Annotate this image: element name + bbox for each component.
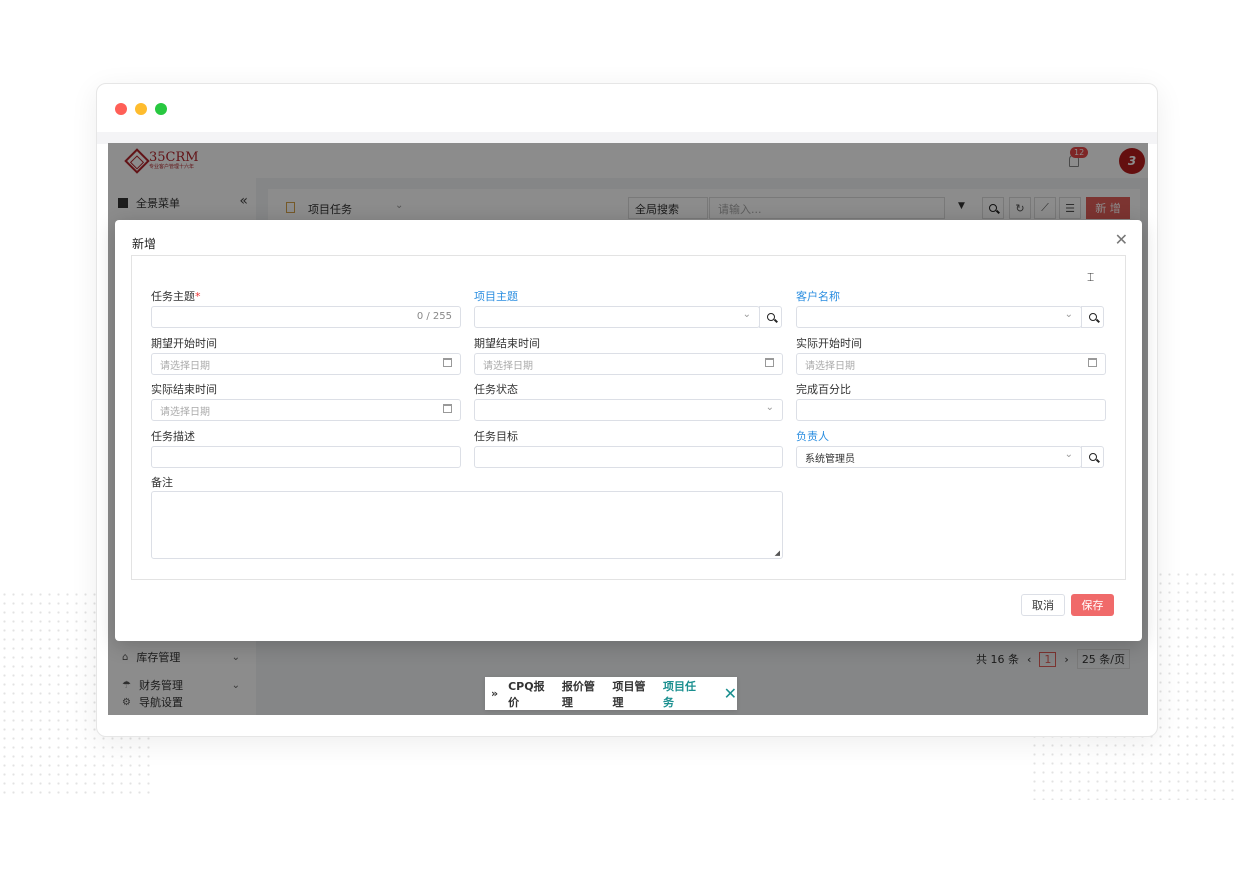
expected-end-label: 期望结束时间 [474,337,540,350]
expected-start-date[interactable]: 请选择日期 [151,353,461,375]
search-icon [1088,313,1097,321]
text-cursor-icon[interactable]: ⌶ [1087,270,1094,285]
char-counter: 0 / 255 [416,311,452,322]
owner-label[interactable]: 负责人 [796,428,829,444]
task-goal-input[interactable] [474,446,783,468]
actual-start-date[interactable]: 请选择日期 [796,353,1106,375]
close-icon[interactable]: ✕ [1115,230,1128,249]
customer-name-select[interactable]: ⌄ [796,306,1082,328]
project-subject-label[interactable]: 项目主题 [474,288,518,304]
dialog-title: 新增 [132,237,157,251]
tab-project-management[interactable]: 项目管理 [612,678,653,710]
window-close-dot[interactable] [115,103,127,115]
customer-name-search-button[interactable] [1081,306,1104,328]
calendar-icon [1088,358,1097,367]
actual-end-date[interactable]: 请选择日期 [151,399,461,421]
customer-name-label[interactable]: 客户名称 [796,288,840,304]
calendar-icon [765,358,774,367]
calendar-icon [443,404,452,413]
remark-label: 备注 [151,476,173,489]
project-subject-search-button[interactable] [759,306,782,328]
tab-project-task[interactable]: 项目任务 [663,678,704,710]
window-titlebar [97,84,1157,132]
tab-cpq-quote[interactable]: CPQ报价 [508,678,552,710]
chevron-down-icon: ⌄ [765,402,774,413]
actual-end-label: 实际结束时间 [151,383,217,396]
window-minimize-dot[interactable] [135,103,147,115]
search-icon [766,313,775,321]
remark-textarea[interactable]: ◢ [151,491,783,559]
expected-start-label: 期望开始时间 [151,337,217,350]
bottom-breadcrumb-tabs: » CPQ报价 报价管理 项目管理 项目任务 ✕ [485,677,737,710]
calendar-icon [443,358,452,367]
owner-select[interactable]: 系统管理员 ⌄ [796,446,1082,468]
task-subject-label: 任务主题* [151,290,201,303]
task-desc-label: 任务描述 [151,430,195,443]
project-subject-select[interactable]: ⌄ [474,306,760,328]
double-chevron-icon: » [491,687,499,700]
window-maximize-dot[interactable] [155,103,167,115]
chevron-down-icon: ⌄ [1064,449,1073,460]
close-icon[interactable]: ✕ [724,684,737,703]
task-status-label: 任务状态 [474,383,518,396]
search-icon [1088,453,1097,461]
cancel-button[interactable]: 取消 [1021,594,1065,616]
chevron-down-icon: ⌄ [742,309,751,320]
task-goal-label: 任务目标 [474,430,518,443]
resize-handle-icon[interactable]: ◢ [775,549,780,557]
task-subject-input[interactable]: 0 / 255 [151,306,461,328]
owner-search-button[interactable] [1081,446,1104,468]
task-desc-input[interactable] [151,446,461,468]
task-status-select[interactable]: ⌄ [474,399,783,421]
actual-start-label: 实际开始时间 [796,337,862,350]
task-form: ⌶ 任务主题* 0 / 255 项目主题 ⌄ 客户名称 ⌄ 期望开始时间 请选择… [131,255,1126,580]
chevron-down-icon: ⌄ [1064,309,1073,320]
completion-input[interactable] [796,399,1106,421]
tab-quote-management[interactable]: 报价管理 [562,678,603,710]
save-button[interactable]: 保存 [1071,594,1114,616]
expected-end-date[interactable]: 请选择日期 [474,353,783,375]
new-task-dialog: 新增 ✕ ⌶ 任务主题* 0 / 255 项目主题 ⌄ 客户名称 ⌄ 期望开始时… [115,220,1142,641]
completion-label: 完成百分比 [796,383,851,396]
